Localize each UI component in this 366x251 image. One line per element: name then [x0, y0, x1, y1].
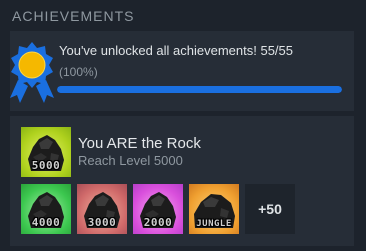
badge-label: 5000 [31, 159, 61, 172]
achievement-title: You ARE the Rock [78, 135, 201, 152]
summary-message: You've unlocked all achievements! 55/55 [59, 43, 293, 58]
section-title: ACHIEVEMENTS [12, 8, 135, 24]
summary-percent: (100%) [59, 65, 98, 79]
progress-bar-fill [57, 86, 342, 93]
badge-label: 2000 [143, 216, 173, 229]
badge-label: 4000 [31, 216, 61, 229]
achievement-icon-3000[interactable]: 3000 [77, 184, 127, 234]
achievement-icon-jungle[interactable]: JUNGLE [189, 184, 239, 234]
featured-achievement-icon[interactable]: 5000 [21, 127, 71, 177]
medal-icon [10, 42, 54, 103]
achievement-icon-2000[interactable]: 2000 [133, 184, 183, 234]
achievement-icon-4000[interactable]: 4000 [21, 184, 71, 234]
progress-bar [57, 86, 342, 93]
badge-label: 3000 [87, 216, 117, 229]
achievement-description: Reach Level 5000 [78, 153, 183, 168]
more-achievements-button[interactable]: +50 [245, 184, 295, 234]
badge-label: JUNGLE [196, 219, 232, 229]
